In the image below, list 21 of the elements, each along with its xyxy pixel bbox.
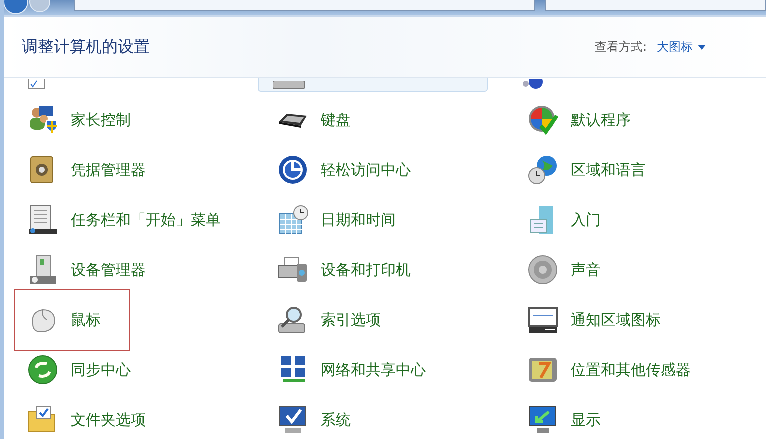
device-icon <box>273 81 305 91</box>
sync-icon <box>27 354 59 386</box>
globe-icon <box>523 79 543 91</box>
view-by-label: 查看方式: <box>594 38 647 56</box>
colored-circle-check-icon <box>527 104 559 136</box>
monitor-check-icon <box>277 404 309 436</box>
screen-bar-icon <box>527 304 559 336</box>
control-panel-item[interactable]: 鼠标 <box>14 289 130 351</box>
view-by-dropdown[interactable]: 大图标 <box>657 38 706 56</box>
caret-icon <box>698 44 706 50</box>
speaker-icon <box>527 254 559 286</box>
calendar-clock-icon <box>277 204 309 236</box>
back-button[interactable] <box>4 0 50 15</box>
computer-tower-icon <box>27 254 59 286</box>
people-shield-icon <box>27 104 59 136</box>
address-bar[interactable] <box>74 0 535 11</box>
page-title: 调整计算机的设置 <box>22 36 150 58</box>
monitor-arrow-icon <box>527 404 559 436</box>
search-field[interactable] <box>544 0 766 11</box>
taskbar-window-icon <box>27 204 59 236</box>
globe-clock-icon <box>527 154 559 186</box>
